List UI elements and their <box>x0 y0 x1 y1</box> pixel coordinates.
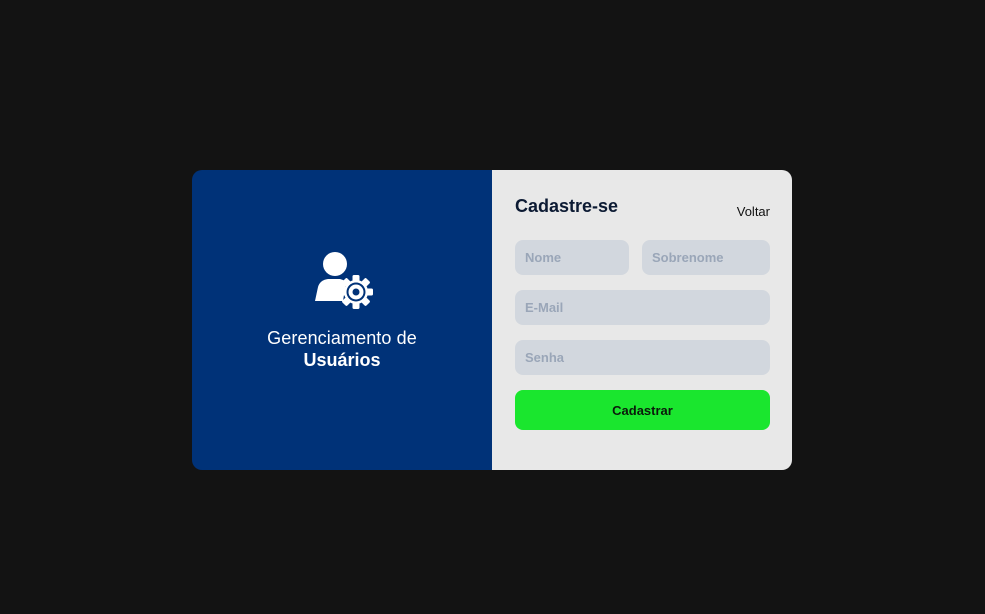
brand-subtitle: Gerenciamento de <box>267 328 417 348</box>
signup-form: Cadastre-se Voltar Cadastrar <box>492 170 792 470</box>
brand-panel: Gerenciamento de Usuários <box>192 170 492 470</box>
first-name-input[interactable] <box>515 240 629 275</box>
brand-title: Usuários <box>303 350 381 370</box>
password-input[interactable] <box>515 340 770 375</box>
signup-submit-button[interactable]: Cadastrar <box>515 390 770 430</box>
back-link[interactable]: Voltar <box>737 204 770 219</box>
signup-card: Gerenciamento de Usuários Cadastre-se Vo… <box>192 170 792 470</box>
last-name-input[interactable] <box>642 240 770 275</box>
email-input[interactable] <box>515 290 770 325</box>
form-title: Cadastre-se <box>515 196 619 216</box>
user-gear-icon <box>315 252 373 309</box>
